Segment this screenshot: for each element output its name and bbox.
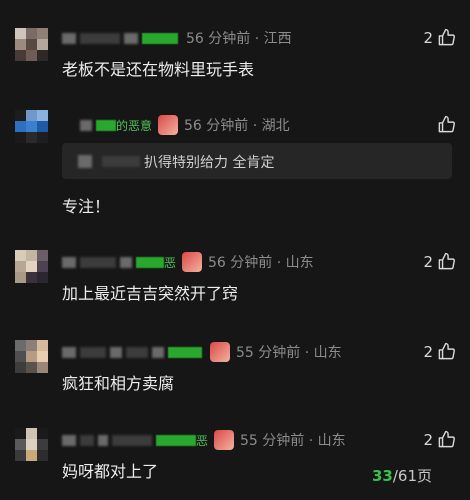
comment-header: 的恶意 56 分钟前 · 湖北 bbox=[80, 115, 290, 135]
quoted-username-redacted bbox=[102, 156, 140, 167]
avatar[interactable] bbox=[15, 110, 48, 143]
sticker-emoji-icon bbox=[214, 430, 235, 450]
username-redacted bbox=[126, 346, 148, 358]
comment-text: 加上最近吉吉突然开了窍 bbox=[62, 284, 239, 303]
comment-meta: 56 分钟前 · 江西 bbox=[186, 31, 292, 47]
username-label[interactable]: 的恶意 bbox=[116, 117, 152, 134]
like-count: 2 bbox=[423, 28, 433, 47]
like-count: 2 bbox=[423, 252, 433, 271]
username-redacted bbox=[156, 434, 196, 446]
comment-meta: 56 分钟前 · 湖北 bbox=[184, 118, 290, 134]
like-button[interactable]: 2 bbox=[423, 430, 456, 449]
username-redacted[interactable] bbox=[80, 119, 92, 131]
comment-item: 恶 56 分钟前 · 山东 2 加上最近吉吉突然开了窍 bbox=[0, 240, 470, 310]
thumbs-up-icon bbox=[438, 430, 455, 448]
username-redacted bbox=[152, 346, 164, 358]
reply-quote-text: 扒得特别给力 全肯定 bbox=[144, 155, 275, 171]
avatar[interactable] bbox=[15, 28, 48, 61]
comment-header: 55 分钟前 · 山东 bbox=[62, 342, 342, 362]
username-redacted bbox=[98, 434, 108, 446]
comment-text: 疯狂和相方卖腐 bbox=[62, 374, 175, 393]
username-redacted bbox=[120, 256, 132, 268]
comment-header: 恶 56 分钟前 · 山东 bbox=[62, 252, 314, 272]
username-label[interactable]: 恶 bbox=[196, 432, 208, 449]
username-redacted bbox=[80, 434, 94, 446]
like-button[interactable]: 2 bbox=[423, 342, 456, 361]
comment-text: 专注！ bbox=[62, 197, 111, 216]
avatar[interactable] bbox=[15, 428, 48, 461]
username-redacted bbox=[110, 346, 122, 358]
comment-header: 56 分钟前 · 江西 bbox=[62, 28, 292, 48]
avatar[interactable] bbox=[15, 250, 48, 283]
username-redacted bbox=[80, 32, 120, 44]
username-redacted[interactable] bbox=[62, 32, 76, 44]
thumbs-up-icon bbox=[438, 115, 455, 133]
comment-item: 56 分钟前 · 江西 2 老板不是还在物料里玩手表 bbox=[0, 20, 470, 90]
like-button[interactable]: 2 bbox=[423, 28, 456, 47]
username-redacted bbox=[80, 346, 106, 358]
username-redacted[interactable] bbox=[62, 256, 76, 268]
sticker-emoji-icon bbox=[182, 252, 203, 272]
comment-meta: 55 分钟前 · 山东 bbox=[240, 433, 346, 449]
username-redacted bbox=[142, 32, 178, 44]
comment-item: 的恶意 56 分钟前 · 湖北 扒得特别给力 全肯定 专注！ bbox=[0, 105, 470, 225]
sticker-emoji-icon bbox=[210, 342, 230, 362]
username-redacted bbox=[96, 119, 116, 131]
quoted-avatar-redacted bbox=[78, 155, 92, 168]
avatar[interactable] bbox=[15, 340, 48, 373]
page-indicator[interactable]: 33/61页 bbox=[372, 465, 432, 486]
comment-item: 55 分钟前 · 山东 2 疯狂和相方卖腐 bbox=[0, 330, 470, 400]
username-redacted bbox=[136, 256, 164, 268]
thumbs-up-icon bbox=[438, 28, 455, 46]
comment-text: 老板不是还在物料里玩手表 bbox=[62, 60, 255, 79]
like-button[interactable] bbox=[433, 115, 456, 134]
total-pages: /61页 bbox=[392, 467, 432, 485]
current-page: 33 bbox=[371, 467, 393, 485]
comment-header: 恶 55 分钟前 · 山东 bbox=[62, 430, 346, 450]
like-button[interactable]: 2 bbox=[423, 252, 456, 271]
thumbs-up-icon bbox=[438, 342, 455, 360]
comment-meta: 56 分钟前 · 山东 bbox=[208, 255, 314, 271]
username-label[interactable]: 恶 bbox=[164, 254, 176, 271]
username-redacted bbox=[168, 346, 202, 358]
username-redacted[interactable] bbox=[62, 346, 76, 358]
username-redacted[interactable] bbox=[62, 434, 76, 446]
username-redacted bbox=[80, 256, 116, 268]
sticker-emoji-icon bbox=[158, 115, 179, 135]
like-count: 2 bbox=[423, 342, 433, 361]
username-redacted bbox=[124, 32, 138, 44]
like-count: 2 bbox=[423, 430, 433, 449]
comment-text: 妈呀都对上了 bbox=[62, 462, 159, 481]
reply-quote[interactable]: 扒得特别给力 全肯定 bbox=[62, 143, 452, 179]
thumbs-up-icon bbox=[438, 252, 455, 270]
comment-meta: 55 分钟前 · 山东 bbox=[236, 345, 342, 361]
username-redacted bbox=[112, 434, 152, 446]
